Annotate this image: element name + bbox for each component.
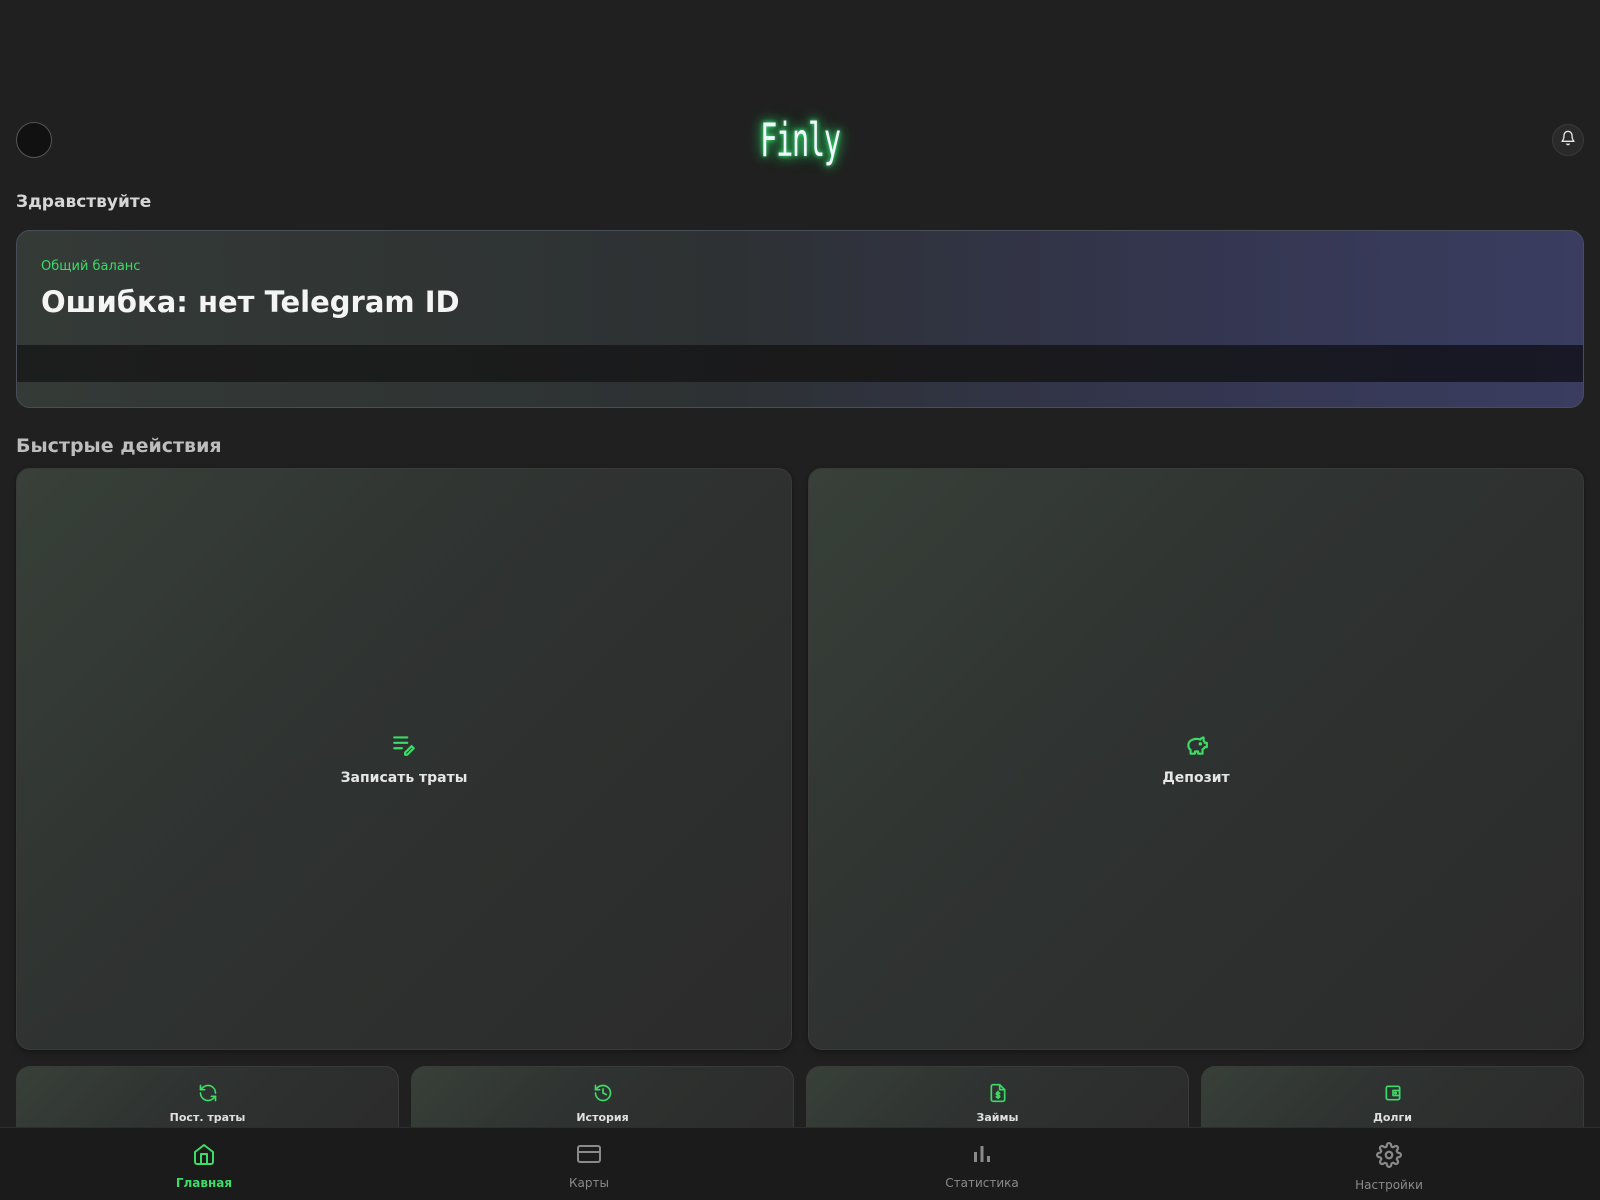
- quick-actions-title: Быстрые действия: [16, 435, 222, 457]
- nav-item-statistics[interactable]: Статистика: [902, 1142, 1062, 1190]
- nav-settings-label: Настройки: [1355, 1178, 1423, 1192]
- bottom-navigation: Главная Карты Статистика Настройки: [0, 1127, 1600, 1200]
- home-icon: [192, 1142, 216, 1170]
- greeting-text: Здравствуйте: [16, 192, 152, 212]
- balance-card: Общий баланс Ошибка: нет Telegram ID: [16, 230, 1584, 408]
- history-button[interactable]: История: [411, 1066, 794, 1136]
- notifications-button[interactable]: [1552, 124, 1584, 156]
- history-icon: [593, 1083, 613, 1107]
- loans-label: Займы: [976, 1111, 1019, 1124]
- deposit-label: Депозит: [1162, 770, 1230, 786]
- record-expenses-button[interactable]: Записать траты: [16, 468, 792, 1050]
- recurring-expenses-button[interactable]: Пост. траты: [16, 1066, 399, 1136]
- bell-icon: [1560, 130, 1576, 150]
- balance-label: Общий баланс: [41, 259, 141, 274]
- dollar-document-icon: [988, 1083, 1008, 1107]
- debts-button[interactable]: Долги: [1201, 1066, 1584, 1136]
- debts-label: Долги: [1373, 1111, 1412, 1124]
- header: Finly: [16, 114, 1584, 166]
- card-icon: [576, 1142, 602, 1170]
- nav-item-cards[interactable]: Карты: [509, 1142, 669, 1190]
- history-label: История: [576, 1111, 629, 1124]
- recurring-expenses-label: Пост. траты: [169, 1111, 246, 1124]
- nav-cards-label: Карты: [569, 1176, 609, 1190]
- refresh-icon: [198, 1083, 218, 1107]
- list-edit-icon: [391, 732, 417, 762]
- nav-item-home[interactable]: Главная: [124, 1142, 284, 1190]
- piggy-bank-icon: [1183, 732, 1209, 762]
- balance-value: Ошибка: нет Telegram ID: [41, 285, 460, 319]
- nav-item-settings[interactable]: Настройки: [1309, 1142, 1469, 1192]
- app-logo: Finly: [760, 113, 841, 167]
- nav-home-label: Главная: [175, 1176, 233, 1190]
- loans-button[interactable]: Займы: [806, 1066, 1189, 1136]
- gear-icon: [1376, 1142, 1402, 1172]
- balance-card-strip: [17, 345, 1583, 382]
- deposit-button[interactable]: Депозит: [808, 468, 1584, 1050]
- nav-statistics-label: Статистика: [945, 1176, 1019, 1190]
- record-expenses-label: Записать траты: [340, 770, 468, 786]
- wallet-icon: [1383, 1083, 1403, 1107]
- avatar[interactable]: [16, 122, 52, 158]
- bar-chart-icon: [970, 1142, 994, 1170]
